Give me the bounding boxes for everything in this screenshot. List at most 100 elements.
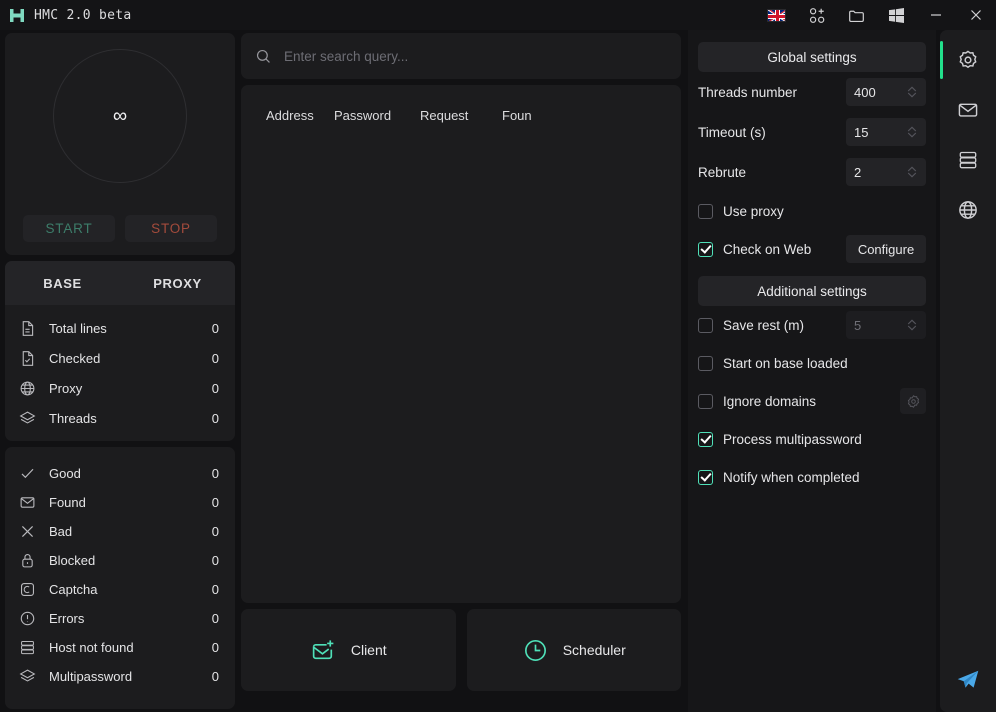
stat-label: Blocked — [43, 553, 212, 568]
rail-item-settings[interactable] — [940, 35, 996, 85]
left-sidebar: ∞ START STOP BASE PROXY — [5, 33, 235, 709]
stepper-icon[interactable] — [906, 319, 918, 331]
global-settings-header: Global settings — [698, 42, 926, 72]
stat-value: 0 — [212, 640, 219, 655]
stat-value: 0 — [212, 351, 219, 366]
stepper-icon[interactable] — [906, 86, 918, 98]
setting-save-rest[interactable]: Save rest (m) 5 — [698, 306, 926, 344]
stat-value: 0 — [212, 466, 219, 481]
notify-when-completed-checkbox[interactable] — [698, 470, 713, 485]
tab-proxy[interactable]: PROXY — [120, 261, 235, 305]
stat-row-bad: Bad 0 — [5, 517, 235, 546]
envelope-icon — [957, 99, 979, 121]
stat-value: 0 — [212, 524, 219, 539]
clock-icon — [522, 637, 549, 664]
globe-icon — [957, 199, 979, 221]
save-rest-checkbox[interactable] — [698, 318, 713, 333]
tab-base[interactable]: BASE — [5, 261, 120, 305]
title-bar: HMC 2.0 beta — [0, 0, 996, 30]
table-header-row: Address Password Request Foun — [241, 85, 681, 145]
base-proxy-tabs: BASE PROXY — [5, 261, 235, 305]
lock-icon — [19, 552, 43, 569]
client-button[interactable]: Client — [241, 609, 456, 691]
save-rest-input[interactable]: 5 — [846, 311, 926, 339]
configure-button[interactable]: Configure — [846, 235, 926, 263]
threads-number-input[interactable]: 400 — [846, 78, 926, 106]
stat-value: 0 — [212, 582, 219, 597]
stat-label: Good — [43, 466, 212, 481]
save-rest-value: 5 — [854, 318, 906, 333]
settings-panel: Global settings Threads number 400 Timeo… — [688, 30, 936, 712]
folder-icon — [848, 7, 865, 24]
start-button[interactable]: START — [23, 215, 115, 242]
language-flag-uk[interactable] — [756, 0, 796, 30]
setting-check-on-web[interactable]: Check on Web Configure — [698, 230, 926, 268]
gear-icon — [957, 49, 979, 71]
server-icon — [957, 149, 979, 171]
mail-add-icon — [310, 637, 337, 664]
process-multipassword-label: Process multipassword — [723, 432, 926, 447]
windows-button[interactable] — [876, 0, 916, 30]
uk-flag-icon — [767, 9, 786, 22]
check-on-web-checkbox[interactable] — [698, 242, 713, 257]
stat-row-total-lines: Total lines 0 — [5, 313, 235, 343]
stat-value: 0 — [212, 381, 219, 396]
setting-process-multipassword[interactable]: Process multipassword — [698, 420, 926, 458]
stat-row-proxy: Proxy 0 — [5, 373, 235, 403]
add-account-button[interactable] — [796, 0, 836, 30]
close-button[interactable] — [956, 0, 996, 30]
timeout-input[interactable]: 15 — [846, 118, 926, 146]
process-multipassword-checkbox[interactable] — [698, 432, 713, 447]
setting-ignore-domains[interactable]: Ignore domains — [698, 382, 926, 420]
stat-row-good: Good 0 — [5, 459, 235, 488]
globe-icon — [19, 380, 43, 397]
setting-notify-when-completed[interactable]: Notify when completed — [698, 458, 926, 496]
setting-start-on-base-loaded[interactable]: Start on base loaded — [698, 344, 926, 382]
column-header-password[interactable]: Password — [334, 108, 420, 123]
base-proxy-card: BASE PROXY Total lines 0 — [5, 261, 235, 441]
stepper-icon[interactable] — [906, 126, 918, 138]
check-icon — [19, 465, 43, 482]
rail-item-mail[interactable] — [940, 85, 996, 135]
gear-icon — [906, 394, 921, 409]
save-rest-label: Save rest (m) — [723, 318, 836, 333]
use-proxy-label: Use proxy — [723, 204, 926, 219]
minimize-button[interactable] — [916, 0, 956, 30]
telegram-button[interactable] — [940, 658, 996, 702]
telegram-send-icon — [955, 667, 981, 693]
setting-label: Threads number — [698, 85, 846, 100]
stop-button[interactable]: STOP — [125, 215, 217, 242]
start-on-base-loaded-checkbox[interactable] — [698, 356, 713, 371]
layers-icon — [19, 410, 43, 427]
ignore-domains-settings-button[interactable] — [900, 388, 926, 414]
rail-item-database[interactable] — [940, 135, 996, 185]
ignore-domains-checkbox[interactable] — [698, 394, 713, 409]
progress-gauge-card: ∞ START STOP — [5, 33, 235, 255]
search-bar[interactable]: Enter search query... — [241, 33, 681, 79]
column-header-address[interactable]: Address — [266, 108, 334, 123]
envelope-icon — [19, 494, 43, 511]
gauge-value: ∞ — [113, 106, 127, 126]
close-x-icon — [19, 523, 43, 540]
stat-value: 0 — [212, 411, 219, 426]
bottom-actions: Client Scheduler — [241, 609, 681, 691]
column-header-found[interactable]: Foun — [502, 108, 562, 123]
column-header-request[interactable]: Request — [420, 108, 502, 123]
stepper-icon[interactable] — [906, 166, 918, 178]
search-input[interactable]: Enter search query... — [284, 49, 408, 64]
right-rail — [940, 30, 996, 712]
app-logo — [0, 7, 34, 24]
stat-label: Proxy — [43, 381, 212, 396]
timeout-value: 15 — [854, 125, 906, 140]
rebrute-input[interactable]: 2 — [846, 158, 926, 186]
rail-item-globe[interactable] — [940, 185, 996, 235]
stat-value: 0 — [212, 611, 219, 626]
scheduler-button[interactable]: Scheduler — [467, 609, 682, 691]
rebrute-value: 2 — [854, 165, 906, 180]
search-icon — [255, 48, 272, 65]
setting-threads-number: Threads number 400 — [698, 72, 926, 112]
setting-use-proxy[interactable]: Use proxy — [698, 192, 926, 230]
stat-row-errors: Errors 0 — [5, 604, 235, 633]
folder-button[interactable] — [836, 0, 876, 30]
use-proxy-checkbox[interactable] — [698, 204, 713, 219]
